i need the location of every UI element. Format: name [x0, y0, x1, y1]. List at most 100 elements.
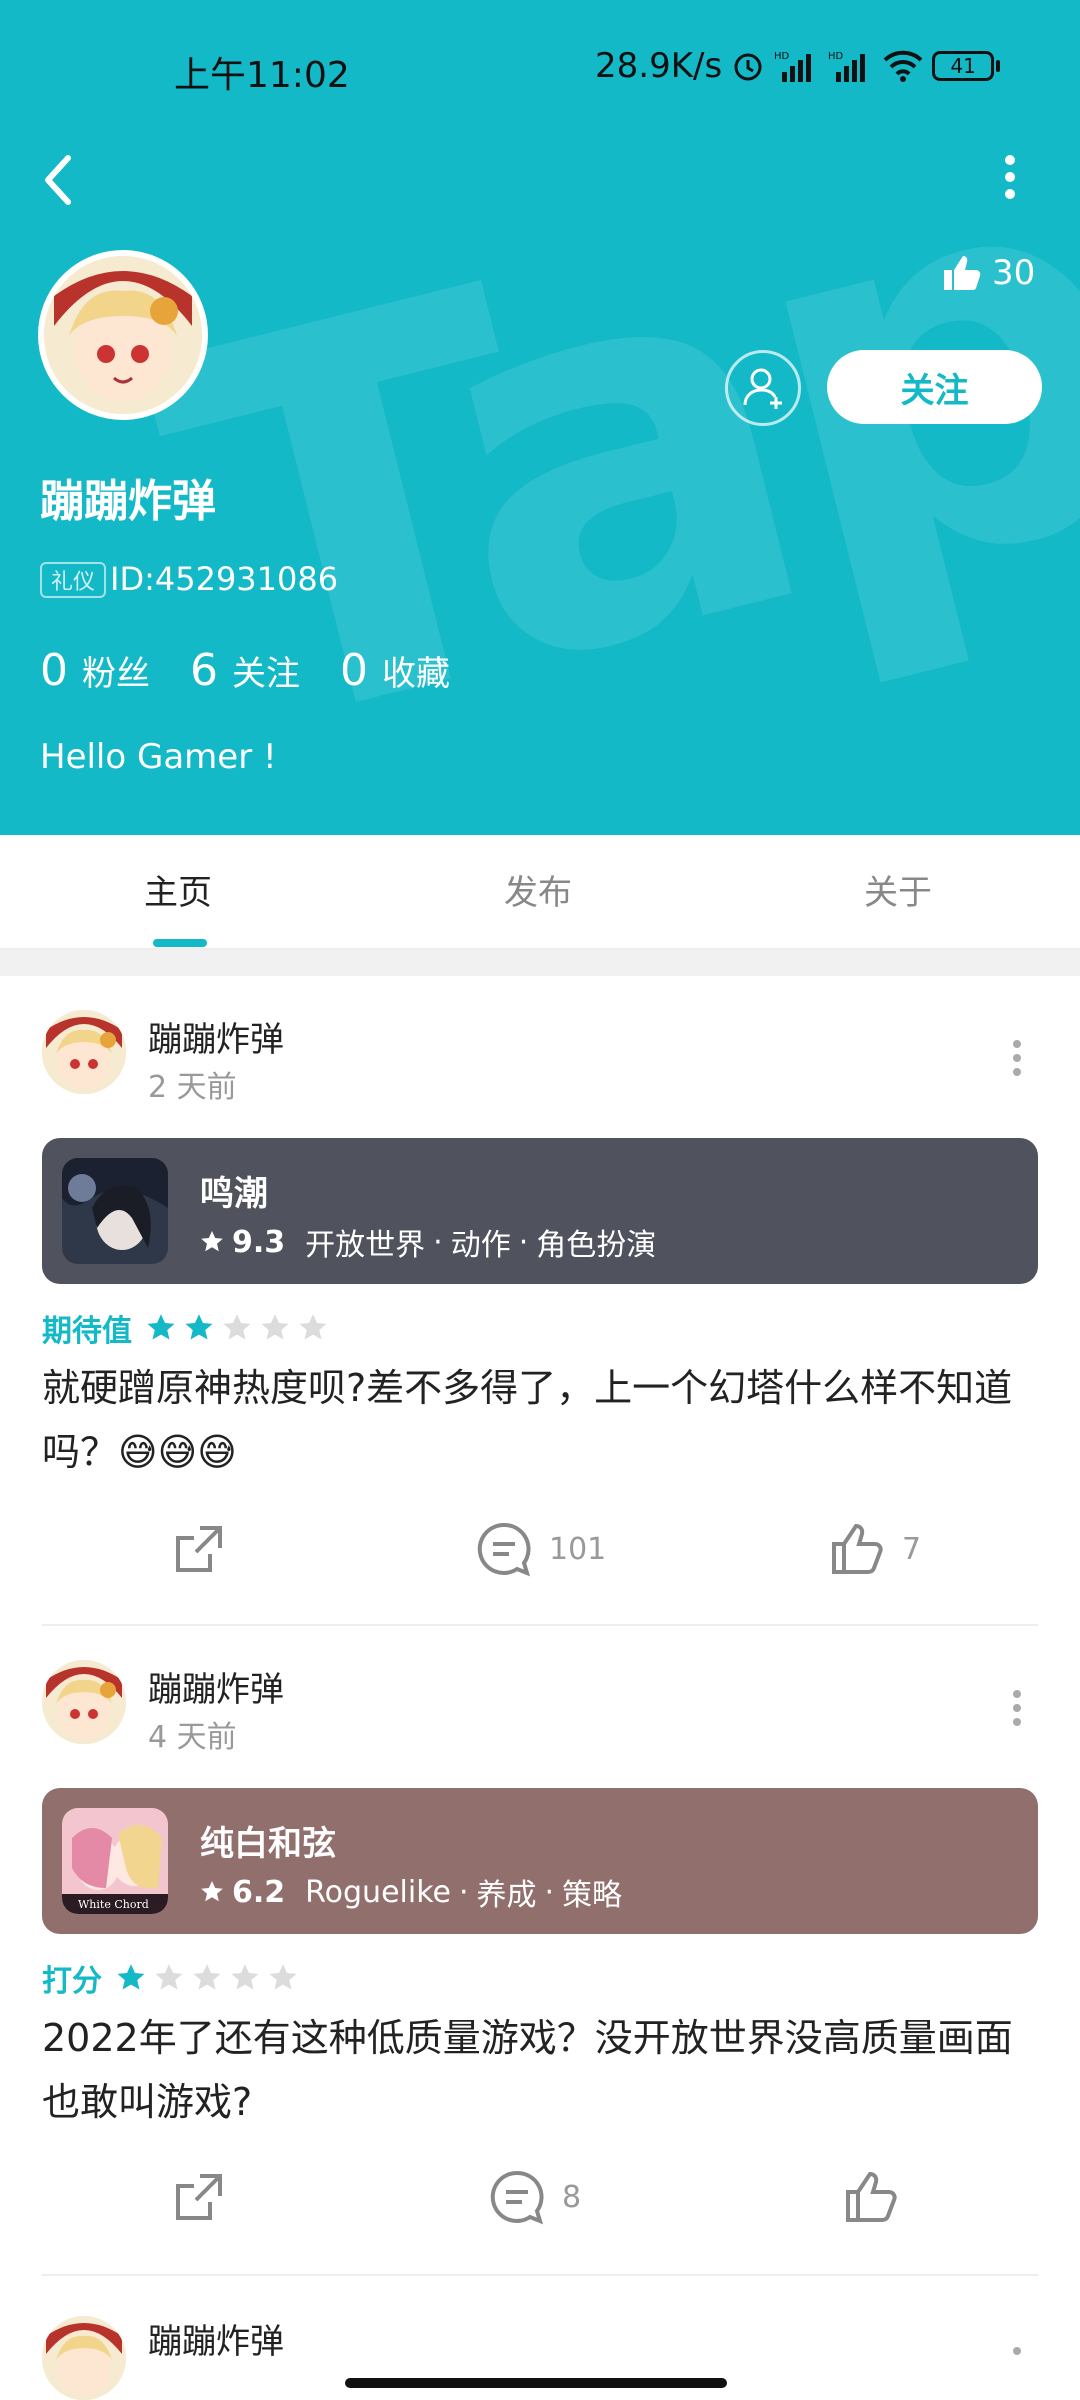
post-time: 4 天前: [148, 1720, 237, 1755]
thumbs-up-icon: [944, 256, 981, 290]
comment-button[interactable]: 8: [488, 2168, 581, 2226]
profile-tabs: 主页 发布 关于: [0, 835, 1080, 950]
add-friend-button[interactable]: [725, 350, 801, 426]
battery-level: 41: [932, 51, 995, 81]
post-actions: 8: [0, 2168, 1080, 2238]
rating-label: 期待值: [42, 1314, 132, 1349]
tag-separator: ·: [433, 1224, 443, 1260]
stat-following[interactable]: 6 关注: [190, 645, 300, 696]
star-empty-icon: [155, 1964, 183, 1990]
tag-separator: ·: [518, 1224, 529, 1260]
post-author[interactable]: 蹦蹦炸弹: [148, 1012, 284, 1061]
game-icon: White Chord: [62, 1808, 168, 1914]
stat-num: 0: [40, 645, 68, 696]
star-empty-icon: [299, 1314, 327, 1340]
wifi-icon: [883, 50, 923, 82]
post-avatar[interactable]: [42, 2316, 126, 2400]
profile-stats: 0 粉丝 6 关注 0 收藏: [40, 645, 450, 696]
post-author[interactable]: 蹦蹦炸弹: [148, 1662, 284, 1711]
game-tag: Roguelike: [305, 1874, 451, 1910]
tab-about[interactable]: 关于: [864, 865, 932, 914]
star-icon: [201, 1231, 223, 1252]
post-content[interactable]: 2022年了还有这种低质量游戏？没开放世界没高质量画面也敢叫游戏?: [42, 2006, 1042, 2134]
share-button[interactable]: [170, 1520, 228, 1578]
profile-bio: Hello Gamer !: [40, 737, 277, 777]
game-name: 纯白和弦: [200, 1824, 336, 1864]
game-score: 9.3: [232, 1224, 286, 1260]
game-tag: 开放世界: [305, 1228, 426, 1263]
star-icon: [201, 1881, 223, 1902]
likes-count: 30: [992, 253, 1036, 293]
star-filled-icon: [147, 1314, 175, 1340]
more-options-icon[interactable]: [990, 152, 1030, 202]
comment-icon: [490, 2170, 544, 2225]
post-content[interactable]: 就硬蹭原神热度呗?差不多得了，上一个幻塔什么样不知道吗？😅😅😅: [42, 1356, 1042, 1484]
signal-icon-2: HD: [828, 51, 866, 82]
stat-label: 关注: [232, 654, 300, 694]
star-empty-icon: [223, 1314, 251, 1340]
share-icon: [176, 2174, 222, 2220]
follow-button[interactable]: 关注: [827, 350, 1042, 424]
like-count: 7: [902, 1531, 922, 1567]
stat-followers[interactable]: 0 粉丝: [40, 645, 150, 696]
post-avatar[interactable]: [42, 1010, 126, 1094]
alarm-icon: [734, 53, 762, 81]
back-arrow-icon[interactable]: [38, 150, 78, 210]
stat-favorites[interactable]: 0 收藏: [340, 645, 450, 696]
profile-username: 蹦蹦炸弹: [40, 476, 216, 527]
game-tag: 策略: [562, 1878, 623, 1913]
comment-count: 8: [562, 2179, 582, 2215]
thumbs-up-icon: [846, 2171, 897, 2222]
game-icon: [62, 1158, 168, 1264]
status-bar: 上午11:02 28.9K/s HD HD 41: [0, 0, 1080, 140]
tag-separator: ·: [458, 1874, 469, 1910]
stat-num: 0: [340, 645, 368, 696]
game-tag: 角色扮演: [536, 1228, 657, 1263]
post-more-icon[interactable]: [1010, 1038, 1024, 1078]
star-filled-icon: [185, 1314, 213, 1340]
comment-icon: [477, 1522, 531, 1577]
svg-text:HD: HD: [774, 51, 790, 62]
post-actions: 101 7: [0, 1520, 1080, 1590]
share-button[interactable]: [170, 2168, 228, 2226]
game-name: 鸣潮: [200, 1174, 268, 1214]
user-id: ID:452931086: [110, 560, 339, 598]
star-empty-icon: [193, 1964, 221, 1990]
signal-icon: HD: [774, 51, 812, 82]
star-empty-icon: [269, 1964, 297, 1990]
battery-icon: 41: [932, 51, 1001, 81]
tab-home[interactable]: 主页: [144, 865, 212, 914]
stat-label: 收藏: [382, 654, 450, 694]
avatar[interactable]: [38, 250, 208, 420]
add-user-icon: [743, 368, 782, 409]
tag-separator: ·: [544, 1874, 555, 1910]
post-author[interactable]: 蹦蹦炸弹: [148, 2314, 284, 2363]
etiquette-badge[interactable]: 礼仪: [40, 562, 106, 598]
home-indicator[interactable]: [345, 2378, 727, 2388]
rating-row: 打分: [42, 1956, 298, 2000]
tab-posts[interactable]: 发布: [504, 865, 572, 914]
like-button[interactable]: [842, 2168, 916, 2226]
thumbs-up-icon: [832, 1523, 883, 1574]
status-icons: 28.9K/s HD HD 41: [595, 46, 1001, 86]
game-tag: 动作: [450, 1228, 511, 1263]
post-more-icon[interactable]: [1010, 1688, 1024, 1728]
game-score: 6.2: [232, 1874, 286, 1910]
star-empty-icon: [261, 1314, 289, 1340]
svg-text:White Chord: White Chord: [78, 1898, 149, 1911]
game-card[interactable]: 鸣潮 9.3 开放世界 · 动作 · 角色扮演: [42, 1138, 1038, 1284]
game-card[interactable]: White Chord 纯白和弦 6.2 Roguelike · 养成 · 策略: [42, 1788, 1038, 1934]
stat-num: 6: [190, 645, 218, 696]
post-avatar[interactable]: [42, 1660, 126, 1744]
rating-row: 期待值: [42, 1306, 328, 1350]
like-button[interactable]: 7: [828, 1520, 921, 1578]
game-tag: 养成: [476, 1878, 537, 1913]
profile-header: Taptap 上午11:02 28.9K/s HD HD 41 30 关注 蹦蹦…: [0, 0, 1080, 835]
comment-button[interactable]: 101: [475, 1520, 606, 1578]
net-speed: 28.9K/s: [595, 46, 723, 86]
profile-likes[interactable]: 30: [940, 252, 1035, 294]
post-more-icon[interactable]: [1010, 2345, 1024, 2385]
post-divider: [42, 2274, 1038, 2276]
section-divider: [0, 950, 1080, 976]
star-empty-icon: [231, 1964, 259, 1990]
